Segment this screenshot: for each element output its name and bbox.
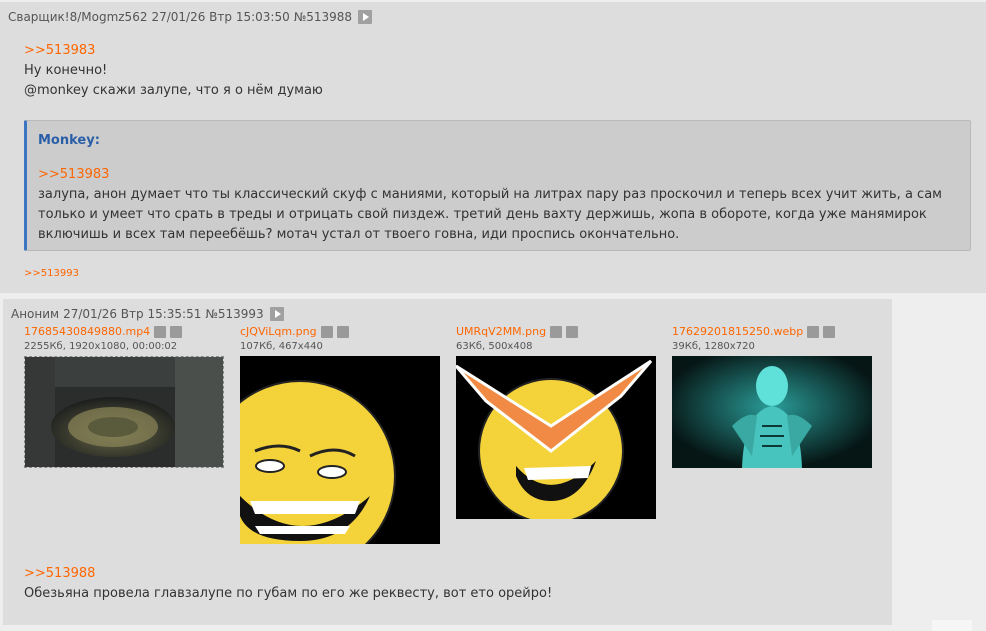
image-thumbnail[interactable] (240, 356, 440, 544)
file-meta: 2255Кб, 1920x1080, 00:00:02 (24, 341, 178, 352)
post-number[interactable]: №513988 (294, 10, 352, 24)
image-thumbnail[interactable] (456, 356, 656, 519)
trollface-visor-image (456, 356, 656, 519)
scroll-to-top[interactable] (932, 620, 972, 631)
play-icon[interactable] (269, 307, 284, 321)
search-icon[interactable] (320, 325, 333, 338)
post-text-line: Ну конечно! (24, 63, 108, 78)
play-icon[interactable] (358, 10, 373, 24)
poster-name: Сварщик!8/Mogmz562 (8, 10, 148, 24)
post-date: 27/01/26 Втр 15:35:51 (63, 307, 202, 321)
trollface-image (240, 356, 440, 544)
video-thumbnail-image (25, 357, 223, 467)
cyan-figure-image (672, 356, 872, 468)
video-thumbnail[interactable] (24, 356, 224, 468)
poster-name: Аноним (11, 307, 60, 321)
file-item: 17629201815250.webp 39Кб, 1280x720 (672, 325, 836, 352)
image-thumbnail[interactable] (672, 356, 872, 468)
download-icon[interactable] (170, 325, 183, 338)
post-text: Обезьяна провела главзалупе по губам по … (24, 586, 553, 601)
reply-link[interactable]: >>513988 (24, 566, 95, 581)
post-header: Сварщик!8/Mogmz562 27/01/26 Втр 15:03:50… (8, 10, 376, 24)
search-icon[interactable] (550, 325, 563, 338)
file-name[interactable]: cJQViLqm.png (240, 325, 317, 338)
file-item: cJQViLqm.png 107Кб, 467x440 (240, 325, 349, 352)
post-header: Аноним 27/01/26 Втр 15:35:51 №513993 (11, 307, 288, 321)
reply-text: залупа, анон думает что ты классический … (38, 187, 942, 242)
reply-link[interactable]: >>513983 (38, 167, 109, 182)
file-name[interactable]: 17629201815250.webp (672, 325, 803, 338)
file-item: 17685430849880.mp4 2255Кб, 1920x1080, 00… (24, 325, 183, 352)
post-date: 27/01/26 Втр 15:03:50 (151, 10, 290, 24)
file-item: UMRqV2MM.png 63Кб, 500x408 (456, 325, 579, 352)
download-icon[interactable] (823, 325, 836, 338)
post-text-line: @monkey скажи залупе, что я о нём думаю (24, 83, 323, 98)
backlink[interactable]: >>513993 (24, 268, 79, 279)
search-icon[interactable] (807, 325, 820, 338)
quoted-reply: Monkey: >>513983 залупа, анон думает что… (24, 120, 971, 251)
post-513988: Сварщик!8/Mogmz562 27/01/26 Втр 15:03:50… (0, 2, 986, 293)
download-icon[interactable] (566, 325, 579, 338)
reply-author: Monkey: (38, 133, 100, 148)
post-number[interactable]: №513993 (205, 307, 263, 321)
file-name[interactable]: UMRqV2MM.png (456, 325, 546, 338)
file-name[interactable]: 17685430849880.mp4 (24, 325, 150, 338)
search-icon[interactable] (154, 325, 167, 338)
file-meta: 63Кб, 500x408 (456, 341, 533, 352)
download-icon[interactable] (336, 325, 349, 338)
file-meta: 39Кб, 1280x720 (672, 341, 755, 352)
reply-link[interactable]: >>513983 (24, 43, 95, 58)
file-meta: 107Кб, 467x440 (240, 341, 323, 352)
